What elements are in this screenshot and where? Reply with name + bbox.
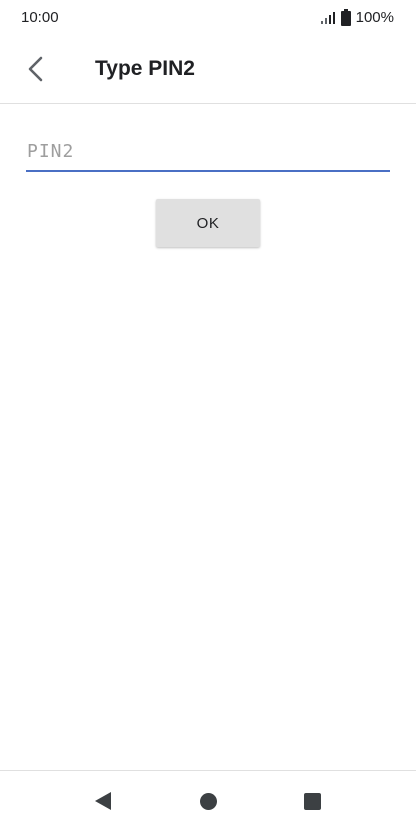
app-bar: Type PIN2 bbox=[0, 34, 416, 104]
chevron-left-icon bbox=[28, 56, 43, 81]
nav-home-button[interactable] bbox=[196, 789, 220, 813]
status-time: 10:00 bbox=[21, 8, 59, 26]
ok-button[interactable]: OK bbox=[156, 199, 260, 247]
recents-square-icon bbox=[303, 792, 321, 810]
battery-percent: 100% bbox=[355, 8, 394, 26]
screen: 10:00 100% Type PIN2 OK bbox=[0, 0, 416, 832]
nav-back-button[interactable] bbox=[91, 789, 115, 813]
home-circle-icon bbox=[199, 792, 217, 810]
status-bar: 10:00 100% bbox=[0, 0, 416, 34]
navigation-bar bbox=[0, 770, 416, 832]
nav-recents-button[interactable] bbox=[300, 789, 324, 813]
back-button[interactable] bbox=[14, 47, 58, 91]
signal-icon bbox=[320, 11, 336, 24]
battery-icon bbox=[340, 8, 351, 26]
status-icons: 100% bbox=[320, 8, 394, 26]
pin2-input[interactable] bbox=[26, 138, 390, 172]
page-title: Type PIN2 bbox=[95, 56, 195, 80]
back-triangle-icon bbox=[95, 792, 111, 810]
